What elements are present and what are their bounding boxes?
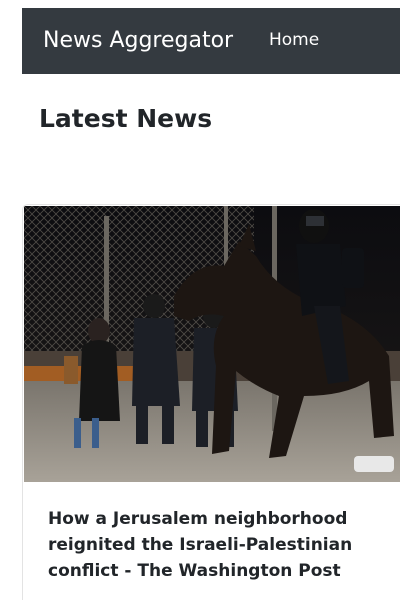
- news-image[interactable]: [24, 206, 400, 482]
- brand-logo-link[interactable]: News Aggregator: [43, 26, 233, 56]
- nav-link-home[interactable]: Home: [269, 28, 319, 52]
- top-navbar: News Aggregator Home: [22, 8, 400, 74]
- page-title: Latest News: [39, 104, 213, 133]
- news-card[interactable]: How a Jerusalem neighborhood reignited t…: [22, 204, 400, 600]
- article-title-link[interactable]: How a Jerusalem neighborhood reignited t…: [48, 506, 388, 584]
